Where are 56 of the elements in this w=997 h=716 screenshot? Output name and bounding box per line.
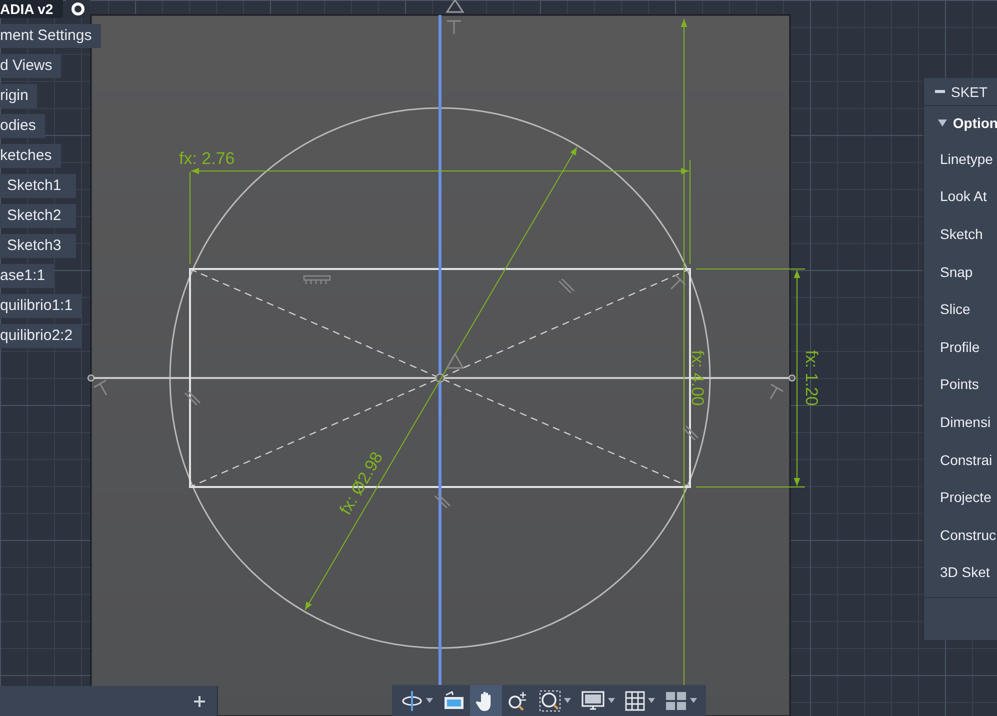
parallel-icon xyxy=(434,493,451,509)
palette-option: Constrai xyxy=(924,440,997,478)
center-point xyxy=(435,373,445,383)
palette-option: Linetype xyxy=(924,140,997,178)
parallel-icon xyxy=(184,390,201,406)
browser-item[interactable]: Sketch2 xyxy=(0,204,76,228)
perpendicular-icon xyxy=(770,384,784,400)
palette-option: Snap xyxy=(924,252,997,290)
triangle-icon xyxy=(446,0,464,13)
toolbar-button[interactable] xyxy=(470,685,502,716)
browser-item[interactable]: Sketch3 xyxy=(0,234,76,258)
palette-option: Construc xyxy=(924,516,997,554)
browser-item[interactable]: odies xyxy=(0,114,45,138)
caret-icon xyxy=(426,698,433,703)
horizontal-constraint-icon xyxy=(303,275,331,285)
caret-icon xyxy=(564,698,571,703)
grid-icon xyxy=(625,690,645,710)
browser-item[interactable]: ment Settings xyxy=(0,24,101,48)
viewports-icon xyxy=(665,690,687,710)
browser-item[interactable]: quilibrio1:1 xyxy=(0,294,82,318)
palette-option: Projecte xyxy=(924,478,997,516)
palette-option: Slice xyxy=(924,290,997,328)
monitor-icon xyxy=(581,690,605,712)
browser-item[interactable]: d Views xyxy=(0,54,62,78)
section-header[interactable]: Option xyxy=(924,106,997,140)
palette-option: Dimensi xyxy=(924,403,997,441)
browser-item[interactable]: ketches xyxy=(0,144,61,168)
caret-icon xyxy=(648,698,655,703)
orbit-icon xyxy=(401,690,423,712)
dimension-text: fx: 4.00 xyxy=(688,350,707,406)
palette-option: Look At xyxy=(924,178,997,216)
perpendicular-icon xyxy=(670,274,686,290)
browser-item[interactable]: Sketch1 xyxy=(0,174,76,198)
triangle-icon xyxy=(446,352,464,369)
caret-icon xyxy=(608,698,615,703)
document-title: ADIA v2 xyxy=(0,0,64,18)
perpendicular-icon xyxy=(93,380,108,396)
parallel-icon xyxy=(558,278,575,294)
monitor-icon xyxy=(443,690,465,710)
browser-item[interactable]: quilibrio2:2 xyxy=(0,324,82,348)
zoom-window-icon xyxy=(539,690,561,712)
palette-option: Sketch xyxy=(924,215,997,253)
palette-title: SKET xyxy=(951,84,988,100)
palette-option: Points xyxy=(924,366,997,404)
browser-item[interactable]: ase1:1 xyxy=(0,264,54,288)
caret-icon xyxy=(690,698,697,703)
parallel-icon xyxy=(682,425,699,441)
palette-option: 3D Sket xyxy=(924,554,997,592)
dimension-text: fx: 2.76 xyxy=(179,149,235,168)
dimension-text: fx: 1.20 xyxy=(802,350,821,406)
browser-item[interactable]: rigin xyxy=(0,84,38,108)
palette-option: Profile xyxy=(924,328,997,366)
add-button[interactable] xyxy=(194,696,205,706)
perpendicular-icon xyxy=(446,20,462,35)
caret-icon xyxy=(938,119,947,127)
zoom-icon xyxy=(507,690,529,712)
